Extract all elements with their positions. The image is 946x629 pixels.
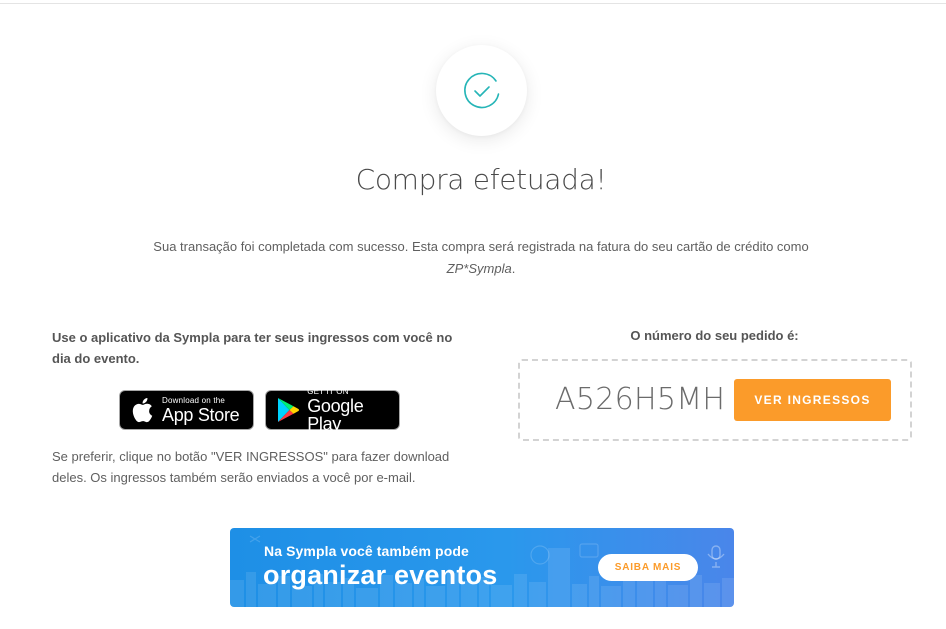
order-box: A526H5MH VER INGRESSOS — [518, 359, 912, 441]
app-store-small: Download on the — [162, 395, 226, 405]
top-divider — [0, 3, 946, 4]
order-number-label: O número do seu pedido é: — [630, 328, 799, 343]
google-play-big: Google Play — [307, 395, 364, 434]
google-play-button[interactable]: GET IT ON Google Play — [265, 386, 400, 434]
download-help-text: Se preferir, clique no botão "VER INGRES… — [52, 449, 450, 485]
apple-icon — [129, 397, 155, 423]
order-code: A526H5MH — [555, 382, 726, 417]
merchant-descriptor: ZP*Sympla — [446, 261, 512, 276]
app-store-big: App Store — [162, 404, 240, 425]
app-heading: Use o aplicativo da Sympla para ter seus… — [52, 330, 453, 366]
view-tickets-button[interactable]: VER INGRESSOS — [734, 379, 891, 421]
page-title: Compra efetuada! — [355, 163, 607, 196]
check-icon — [463, 72, 499, 108]
description-end: . — [511, 261, 516, 276]
microphone-icon — [707, 545, 725, 568]
description-text: Sua transação foi completada com sucesso… — [153, 239, 809, 254]
banner-subtitle: Na Sympla você também pode — [264, 543, 469, 559]
google-play-icon — [275, 397, 300, 423]
app-store-button[interactable]: Download on the App Store — [119, 390, 254, 430]
promo-banner[interactable]: Na Sympla você também pode organizar eve… — [230, 528, 734, 607]
success-description: Sua transação foi completada com sucesso… — [150, 236, 812, 280]
banner-title: organizar eventos — [263, 560, 498, 590]
success-badge — [436, 45, 527, 136]
store-badges: Download on the App Store GET IT ON Goog… — [119, 386, 400, 434]
app-section: Use o aplicativo da Sympla para ter seus… — [52, 327, 472, 485]
google-play-small: GET IT ON — [307, 386, 349, 396]
learn-more-button[interactable]: SAIBA MAIS — [598, 554, 698, 581]
